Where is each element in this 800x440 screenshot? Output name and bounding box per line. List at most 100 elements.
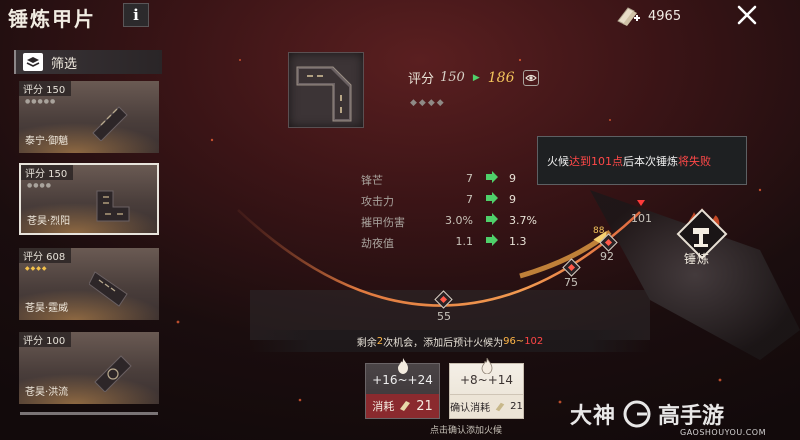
stats-table: 锋芒 7 9 攻击力 7 9 摧甲伤害 3.0% 3.7% 劫夜值 1.1 1.… bbox=[361, 168, 561, 252]
watermark-url: GAOSHOUYOU.COM bbox=[680, 428, 767, 437]
stat-after: 9 bbox=[509, 172, 516, 185]
cost-value: 21 bbox=[416, 398, 433, 414]
rating-label: 评分 bbox=[408, 72, 435, 87]
tooltip-threshold: 达到101点 bbox=[569, 154, 623, 168]
failure-warning-tooltip: 火候 达到101点 后本次锤炼 将失败 bbox=[537, 136, 747, 185]
stat-before: 7 bbox=[466, 193, 473, 206]
heat-option-large[interactable]: +16~+24 消耗 21 bbox=[365, 358, 440, 419]
stat-after: 3.7% bbox=[509, 214, 537, 227]
rating-display: 评分 150 ▶ 186 bbox=[408, 68, 539, 87]
heat-marker-label: 55 bbox=[437, 310, 451, 323]
plate-card[interactable]: 评分 608 ◆◆◆◆ 苍昊·霆威 bbox=[19, 248, 159, 320]
card-score: 评分 150 bbox=[21, 165, 74, 180]
ingot-currency-icon bbox=[617, 7, 640, 26]
option-range: +8~+14 bbox=[459, 373, 514, 387]
flame-icon bbox=[481, 358, 493, 374]
layers-icon bbox=[23, 53, 43, 71]
quality-stars: ◆◆◆◆ bbox=[410, 98, 446, 108]
eye-icon bbox=[524, 74, 537, 81]
increase-arrow-icon bbox=[486, 213, 498, 225]
plate-card[interactable]: 评分 100 苍昊·洪流 bbox=[19, 332, 159, 404]
tooltip-failure: 将失败 bbox=[678, 154, 711, 168]
banner-middle: 次机会，添加后预计火候为 bbox=[383, 337, 504, 349]
confirm-hint: 点击确认添加火候 bbox=[430, 426, 503, 436]
card-stars: ◆◆◆◆ bbox=[25, 265, 48, 272]
info-button[interactable]: i bbox=[123, 3, 149, 27]
heat-option-small[interactable]: +8~+14 确认消耗 21 bbox=[449, 358, 524, 419]
forge-button-label: 锤炼 bbox=[684, 252, 711, 266]
stat-label: 攻击力 bbox=[361, 195, 394, 208]
heat-marker-icon bbox=[599, 233, 618, 252]
rating-new-value: 186 bbox=[487, 69, 515, 86]
page-title: 锤炼甲片 bbox=[8, 7, 96, 31]
cost-label: 消耗 bbox=[372, 400, 395, 413]
cost-label: 确认消耗 bbox=[450, 403, 491, 414]
filter-button[interactable]: 筛选 bbox=[14, 50, 162, 74]
flame-icon bbox=[398, 358, 408, 374]
stat-after: 9 bbox=[509, 193, 516, 206]
tooltip-middle: 后本次锤炼 bbox=[623, 154, 678, 168]
fail-threshold-marker bbox=[637, 200, 645, 206]
armor-plate-icon bbox=[296, 66, 352, 122]
banner-range-low: 96~ bbox=[503, 335, 525, 347]
armor-plate-list: 筛选 评分 150 ●●●●● 泰宁·御魈 评分 150 ●●●● 苍昊·烈阳 … bbox=[14, 50, 162, 418]
stat-before: 3.0% bbox=[445, 214, 473, 227]
currency-display: 4965 bbox=[614, 4, 681, 28]
watermark-brand-1: 大神 bbox=[570, 404, 617, 429]
armor-plate-icon bbox=[96, 190, 130, 222]
stat-before: 1.1 bbox=[455, 235, 474, 248]
card-stars: ●●●● bbox=[27, 182, 52, 189]
tooltip-prefix: 火候 bbox=[547, 154, 569, 168]
heat-marker-icon bbox=[562, 258, 581, 277]
watermark-brand-2: 高手游 bbox=[658, 404, 725, 429]
stat-row: 攻击力 7 9 bbox=[361, 189, 561, 210]
card-name: 泰宁·御魈 bbox=[25, 136, 69, 147]
armor-plate-icon bbox=[94, 355, 132, 392]
plate-card[interactable]: 评分 150 ●●●●● 泰宁·御魈 bbox=[19, 81, 159, 153]
stat-before: 7 bbox=[466, 172, 473, 185]
banner-prefix: 剩余 bbox=[356, 337, 377, 349]
close-button[interactable] bbox=[736, 4, 758, 26]
increase-arrow-icon bbox=[486, 192, 498, 204]
card-stars: ●●●●● bbox=[25, 98, 57, 105]
top-bar: 锤炼甲片 i 4965 bbox=[0, 0, 800, 32]
heat-marker-label: 75 bbox=[564, 276, 578, 289]
cost-value: 21 bbox=[510, 401, 523, 412]
heat-marker-icon bbox=[434, 290, 453, 309]
card-score: 评分 608 bbox=[19, 248, 72, 263]
fail-threshold-label: 101 bbox=[631, 212, 652, 225]
stat-row: 摧甲伤害 3.0% 3.7% bbox=[361, 210, 561, 231]
stat-after: 1.3 bbox=[509, 235, 527, 248]
stat-label: 锋芒 bbox=[361, 174, 383, 187]
close-icon bbox=[737, 5, 757, 25]
stat-label: 摧甲伤害 bbox=[361, 216, 405, 229]
list-scrollbar[interactable] bbox=[20, 412, 158, 415]
increase-arrow-icon bbox=[486, 171, 498, 183]
preview-toggle-button[interactable] bbox=[522, 69, 539, 86]
ingot-currency-icon bbox=[400, 401, 411, 411]
option-cost: 消耗 21 bbox=[366, 394, 439, 418]
stat-row: 劫夜值 1.1 1.3 bbox=[361, 231, 561, 252]
option-cost: 确认消耗 21 bbox=[450, 394, 523, 418]
increase-arrow-icon bbox=[486, 234, 498, 246]
rating-old-value: 150 bbox=[440, 70, 465, 85]
brand-logo-icon bbox=[623, 400, 651, 428]
armor-plate-icon bbox=[92, 106, 128, 141]
card-name: 苍昊·烈阳 bbox=[27, 216, 71, 227]
currency-value: 4965 bbox=[648, 8, 682, 24]
option-range: +16~+24 bbox=[372, 373, 433, 387]
remaining-chances-banner: 剩余 2 次机会，添加后预计火候为 96~ 102 bbox=[250, 330, 650, 352]
ingot-currency-icon bbox=[495, 402, 505, 411]
arrow-right-icon: ▶ bbox=[472, 72, 480, 83]
filter-label: 筛选 bbox=[51, 56, 78, 72]
selected-plate-preview bbox=[288, 52, 364, 128]
plate-card[interactable]: 评分 150 ●●●● 苍昊·烈阳 bbox=[19, 163, 159, 235]
banner-range-high: 102 bbox=[524, 335, 544, 347]
watermark: 大神 高手游 bbox=[570, 396, 724, 432]
card-score: 评分 100 bbox=[19, 332, 72, 347]
stat-row: 锋芒 7 9 bbox=[361, 168, 561, 189]
armor-plate-icon bbox=[89, 271, 128, 307]
prediction-value-label: 88 bbox=[593, 226, 605, 236]
card-name: 苍昊·洪流 bbox=[25, 387, 69, 398]
heat-marker-label: 92 bbox=[600, 250, 614, 263]
